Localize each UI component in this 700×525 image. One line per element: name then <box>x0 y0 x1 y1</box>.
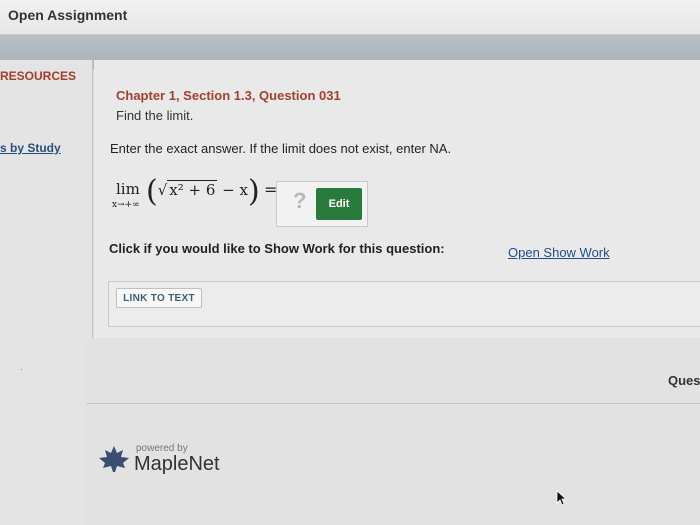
close-paren: ) <box>247 174 260 209</box>
divider <box>86 403 700 404</box>
maple-leaf-icon <box>99 446 129 472</box>
question-nav-cutoff[interactable]: Ques <box>668 373 700 388</box>
answer-placeholder: ? <box>293 188 307 213</box>
edit-button[interactable]: Edit <box>316 188 362 220</box>
title-bar: Open Assignment <box>0 0 700 35</box>
show-work-prompt: Click if you would like to Show Work for… <box>109 241 445 256</box>
question-title: Chapter 1, Section 1.3, Question 031 <box>116 88 341 103</box>
lower-area <box>86 338 700 525</box>
limit-body: (√ x² + 6 − x) <box>146 174 260 209</box>
radicand: x² + 6 <box>167 180 218 199</box>
sqrt-sign: √ <box>157 181 168 199</box>
open-show-work-link[interactable]: Open Show Work <box>508 245 610 260</box>
open-paren: ( <box>146 174 158 209</box>
mouse-cursor-icon <box>556 490 568 506</box>
sidebar: RESOURCES s by Study · <box>0 60 93 525</box>
link-to-text-button[interactable]: LINK TO TEXT <box>116 288 202 308</box>
lim-label: lim <box>116 180 140 198</box>
question-subtitle: Find the limit. <box>116 108 194 123</box>
sidebar-mark: · <box>20 364 23 374</box>
study-link[interactable]: s by Study <box>0 141 61 155</box>
minus-term: − x <box>217 181 248 199</box>
maplenet-logo-text: MapleNet <box>134 453 220 475</box>
window-title: Open Assignment <box>8 7 128 23</box>
resources-heading: RESOURCES <box>0 69 77 83</box>
lim-subscript: x→+∞ <box>112 200 140 210</box>
question-instructions: Enter the exact answer. If the limit doe… <box>110 141 452 156</box>
